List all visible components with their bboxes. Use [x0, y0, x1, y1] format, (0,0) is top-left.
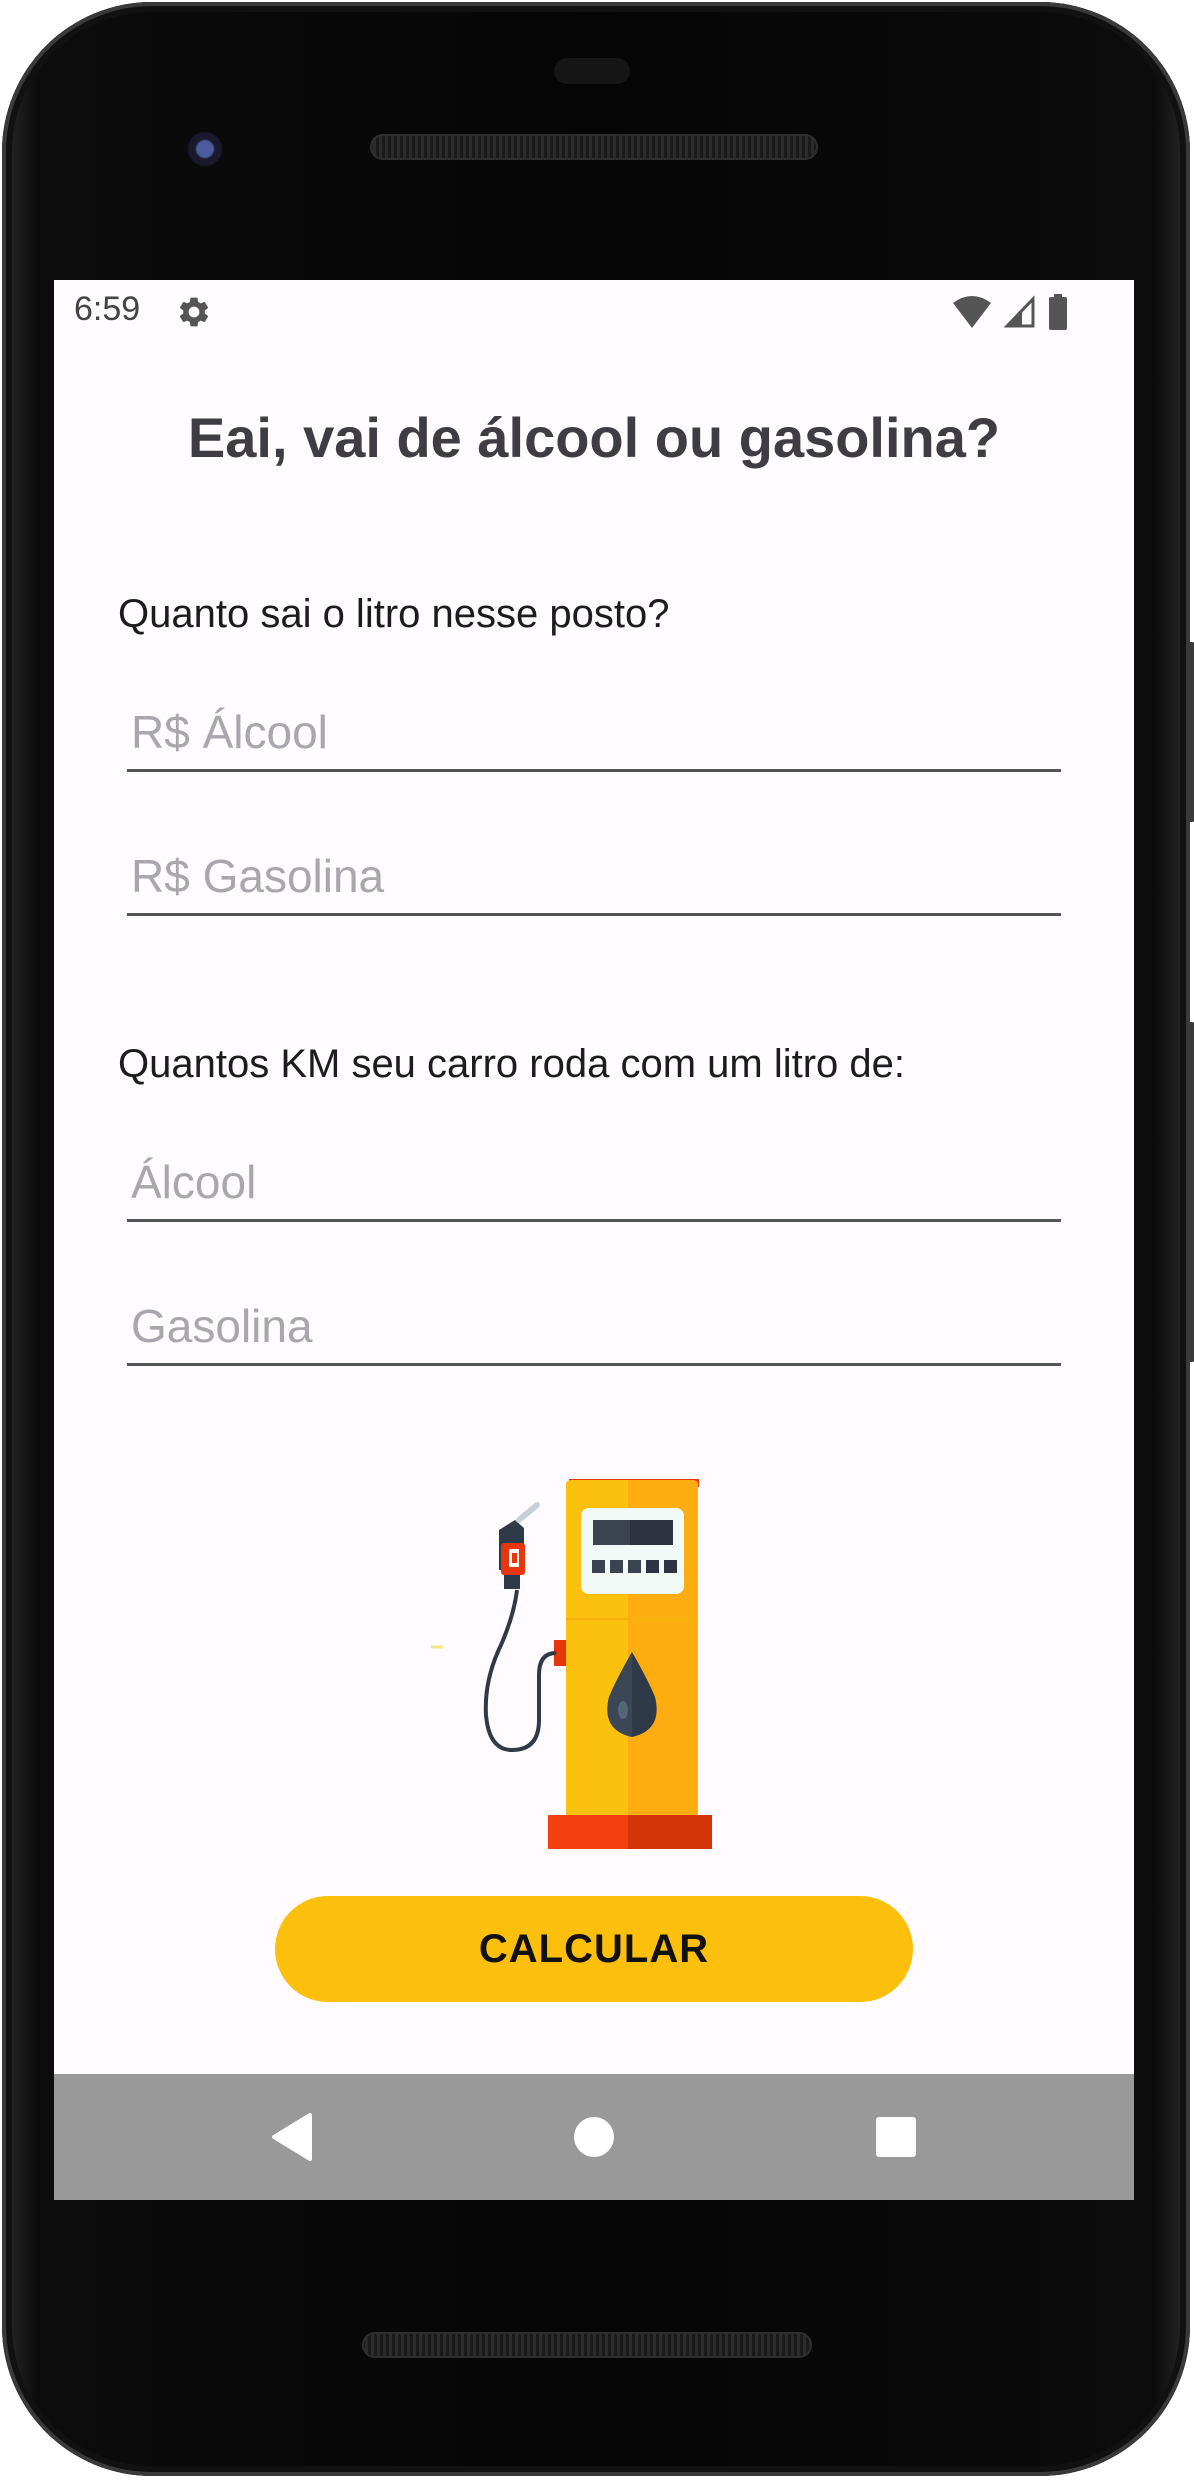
- alcohol-price-input[interactable]: [127, 695, 1065, 769]
- recents-square-icon: [876, 2117, 916, 2157]
- power-button: [1186, 642, 1194, 822]
- nav-back-button[interactable]: [254, 2099, 330, 2175]
- back-triangle-icon: [272, 2113, 312, 2161]
- nav-home-button[interactable]: [556, 2099, 632, 2175]
- system-nav-bar: [54, 2074, 1134, 2200]
- nav-recents-button[interactable]: [858, 2099, 934, 2175]
- earpiece-slot: [554, 58, 630, 84]
- cell-signal-icon: [1004, 295, 1035, 328]
- battery-icon: [1049, 294, 1067, 330]
- fuel-pump-icon: [431, 1479, 712, 1849]
- gear-icon: [179, 297, 209, 327]
- phone-frame: 6:59 Eai, vai de álcool ou gasolina? Qua…: [2, 2, 1194, 2476]
- gasoline-price-input[interactable]: [127, 839, 1065, 913]
- gasoline-consumption-input[interactable]: [127, 1289, 1065, 1363]
- front-camera: [180, 124, 230, 174]
- calculate-button[interactable]: CALCULAR: [275, 1896, 913, 2002]
- wifi-icon: [953, 296, 991, 328]
- gasoline-consumption-field[interactable]: [127, 1289, 1065, 1366]
- page-title: Eai, vai de álcool ou gasolina?: [187, 406, 1001, 469]
- screen: 6:59 Eai, vai de álcool ou gasolina? Qua…: [54, 280, 1134, 2200]
- bottom-speaker-grille: [362, 2332, 812, 2358]
- alcohol-consumption-input[interactable]: [127, 1145, 1065, 1219]
- status-bar: 6:59: [54, 280, 1134, 344]
- home-circle-icon: [574, 2117, 614, 2157]
- status-icons: [952, 294, 1068, 330]
- status-time: 6:59: [74, 290, 141, 328]
- top-speaker-grille: [370, 134, 818, 160]
- price-section-label: Quanto sai o litro nesse posto?: [118, 592, 670, 636]
- volume-button: [1186, 1022, 1194, 1362]
- alcohol-price-field[interactable]: [127, 695, 1065, 772]
- alcohol-consumption-field[interactable]: [127, 1145, 1065, 1222]
- gasoline-price-field[interactable]: [127, 839, 1065, 916]
- consumption-section-label: Quantos KM seu carro roda com um litro d…: [118, 1042, 905, 1086]
